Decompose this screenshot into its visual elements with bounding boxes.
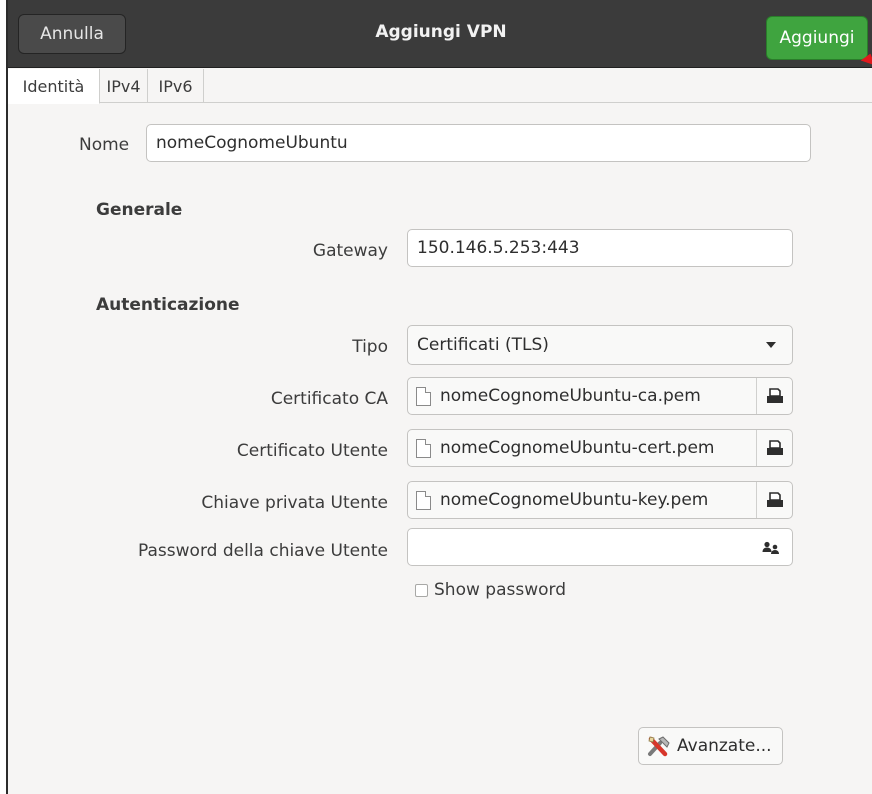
ca-cert-label: Certificato CA <box>270 389 388 409</box>
dialog-title: Aggiungi VPN <box>375 22 507 42</box>
tab-ipv4[interactable]: IPv4 <box>100 69 148 103</box>
private-key-file-chooser[interactable]: nomeCognomeUbuntu-key.pem <box>407 481 793 519</box>
key-password-label: Password della chiave Utente <box>138 541 388 561</box>
ca-cert-file-chooser[interactable]: nomeCognomeUbuntu-ca.pem <box>407 377 793 415</box>
private-key-browse-button[interactable] <box>756 482 792 518</box>
user-cert-file-button[interactable]: nomeCognomeUbuntu-cert.pem <box>408 430 714 466</box>
key-password-field[interactable] <box>407 528 793 566</box>
ca-cert-file-button[interactable]: nomeCognomeUbuntu-ca.pem <box>408 378 701 414</box>
file-icon <box>416 386 431 406</box>
ca-cert-filename: nomeCognomeUbuntu-ca.pem <box>440 386 701 406</box>
dialog-window: Annulla Aggiungi VPN Aggiungi Identità I… <box>6 0 872 794</box>
file-icon <box>416 438 431 458</box>
user-cert-label: Certificato Utente <box>236 441 388 461</box>
show-password-toggle[interactable]: Show password <box>415 580 566 600</box>
show-password-label: Show password <box>434 580 566 600</box>
private-key-label: Chiave privata Utente <box>201 493 388 513</box>
private-key-file-button[interactable]: nomeCognomeUbuntu-key.pem <box>408 482 708 518</box>
tab-identity[interactable]: Identità <box>8 69 100 104</box>
tab-bar: Identità IPv4 IPv6 <box>8 69 872 104</box>
authentication-heading: Autenticazione <box>96 295 240 315</box>
tab-ipv6[interactable]: IPv6 <box>148 69 204 103</box>
name-field[interactable]: nomeCognomeUbuntu <box>146 124 811 162</box>
open-folder-icon <box>766 492 783 507</box>
dropdown-arrow-icon <box>766 342 776 348</box>
open-folder-icon <box>766 440 783 455</box>
private-key-filename: nomeCognomeUbuntu-key.pem <box>440 490 709 510</box>
name-label: Nome <box>79 135 130 155</box>
identity-page: Nome nomeCognomeUbuntu Generale Gateway … <box>8 104 872 794</box>
tools-icon <box>648 736 670 757</box>
show-password-checkbox[interactable] <box>415 583 428 597</box>
header-bar: Annulla Aggiungi VPN Aggiungi <box>8 0 872 71</box>
user-cert-browse-button[interactable] <box>756 430 792 466</box>
ca-cert-browse-button[interactable] <box>756 378 792 414</box>
general-heading: Generale <box>96 200 183 220</box>
file-icon <box>416 490 431 510</box>
advanced-button-label: Avanzate... <box>677 736 772 756</box>
user-cert-file-chooser[interactable]: nomeCognomeUbuntu-cert.pem <box>407 429 793 467</box>
advanced-button[interactable]: Avanzate... <box>638 727 783 765</box>
gateway-field[interactable]: 150.146.5.253:443 <box>407 229 793 267</box>
type-select[interactable]: Certificati (TLS) <box>407 325 793 365</box>
open-folder-icon <box>766 388 783 403</box>
password-storage-icon[interactable] <box>762 540 780 560</box>
type-label: Tipo <box>352 337 388 357</box>
user-cert-filename: nomeCognomeUbuntu-cert.pem <box>440 438 715 458</box>
type-select-value: Certificati (TLS) <box>417 335 549 355</box>
gateway-label: Gateway <box>312 241 388 261</box>
add-button[interactable]: Aggiungi <box>766 16 868 60</box>
